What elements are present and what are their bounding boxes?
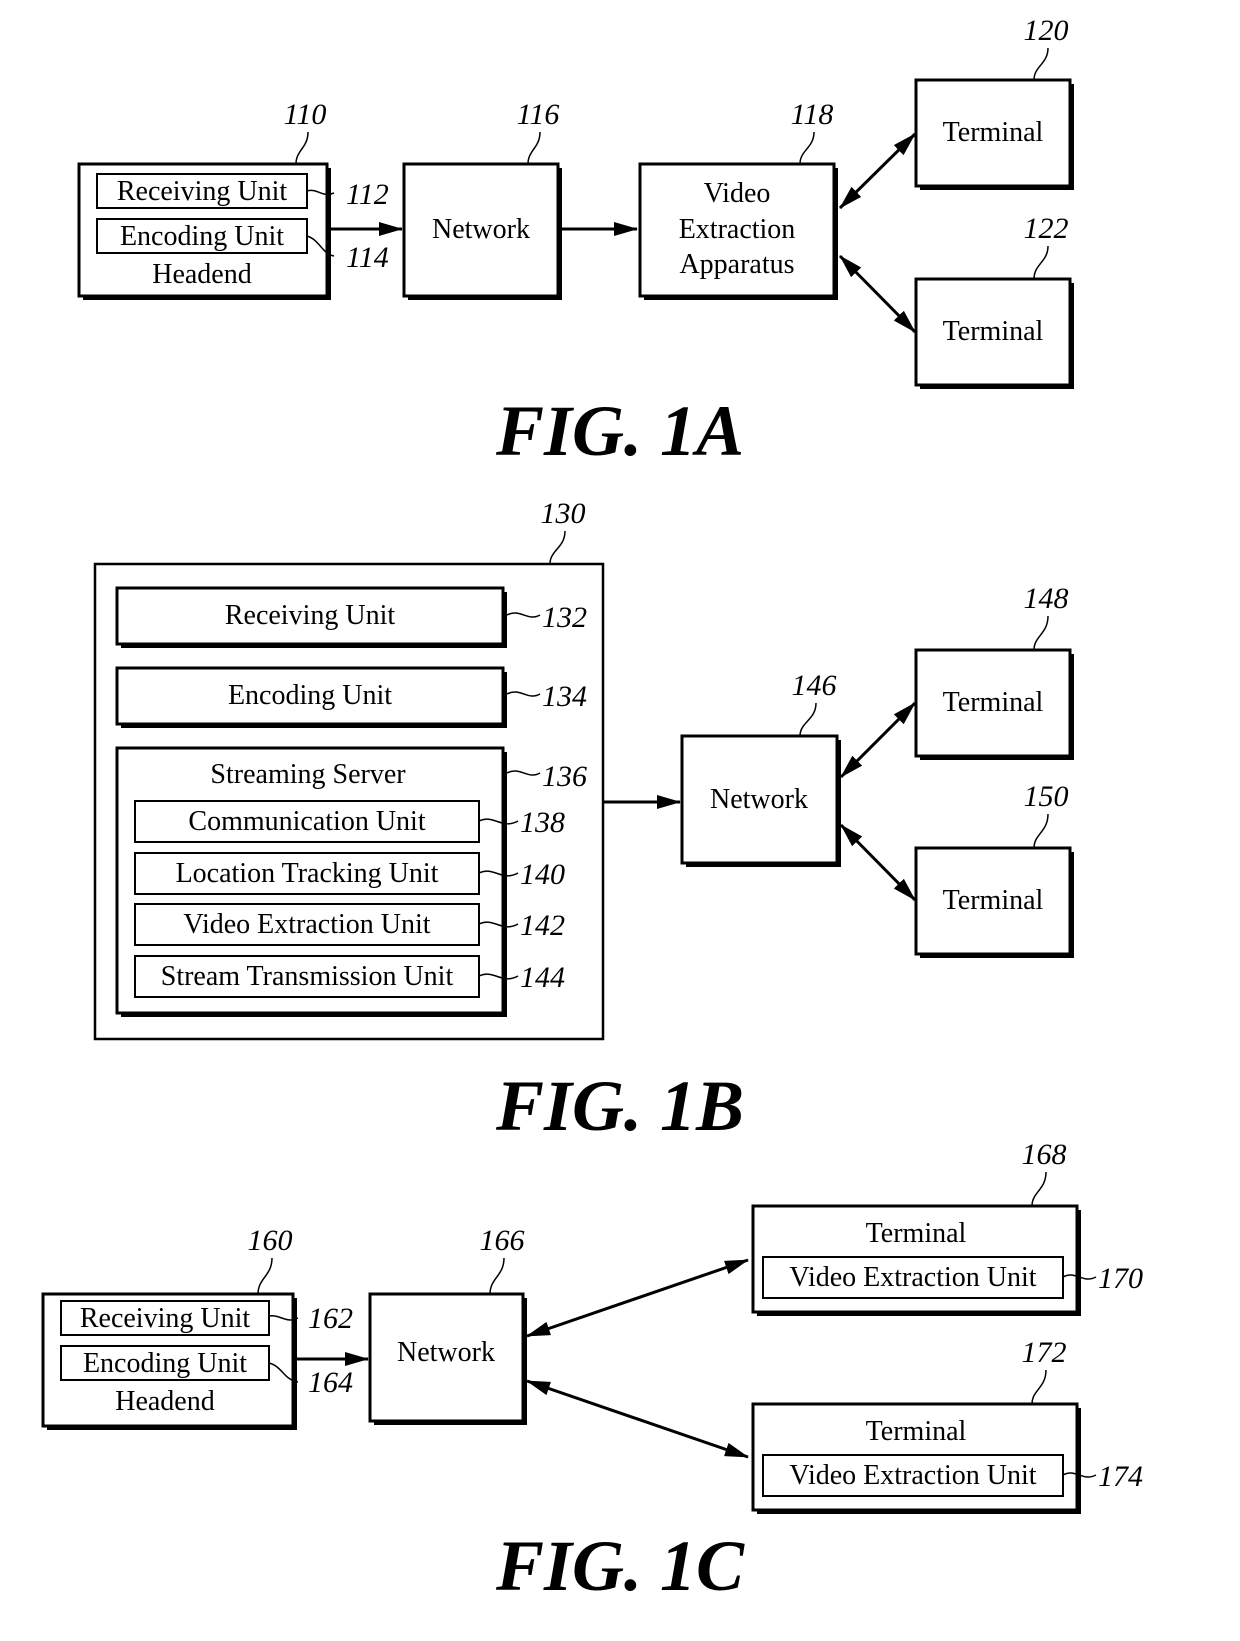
ref-114: 114 <box>346 241 389 274</box>
leader-line <box>1033 813 1049 849</box>
unit-label: Stream Transmission Unit <box>161 961 454 992</box>
ref-166: 166 <box>480 1224 525 1257</box>
leader-line <box>1033 615 1049 651</box>
ref-112: 112 <box>346 178 389 211</box>
network-label: Network <box>710 784 808 815</box>
terminal-label: Terminal <box>943 687 1044 718</box>
figure-1b: 130 Receiving Unit 132 Encoding Unit 134… <box>93 497 1074 1146</box>
unit-label: Video Extraction Unit <box>183 909 430 940</box>
terminal-150: Terminal 150 <box>914 780 1074 958</box>
streaming-server-label: Streaming Server <box>210 759 406 790</box>
leader-line <box>1031 1369 1047 1405</box>
arrow-apparatus-terminal-120 <box>838 132 917 210</box>
unit-label: Video Extraction Unit <box>789 1460 1036 1491</box>
arrow-network-terminal-150 <box>839 823 917 902</box>
arrow-network-terminal-148 <box>839 701 917 779</box>
terminal-label: Terminal <box>943 316 1044 347</box>
figure-1c: Receiving Unit Encoding Unit Headend 160… <box>41 1138 1143 1606</box>
leader-line <box>257 1257 273 1295</box>
ref-142: 142 <box>520 909 565 942</box>
apparatus-line-3: Apparatus <box>679 249 794 280</box>
ref-120: 120 <box>1024 14 1069 47</box>
ref-116: 116 <box>517 98 560 131</box>
leader-line <box>1033 47 1049 81</box>
arrow-apparatus-terminal-122 <box>838 254 917 334</box>
terminal-label: Terminal <box>943 885 1044 916</box>
network-label: Network <box>432 214 530 245</box>
headend-160: Receiving Unit Encoding Unit Headend 160… <box>41 1224 353 1430</box>
headend-label: Headend <box>115 1386 215 1417</box>
arrow-network-terminal-168 <box>526 1258 749 1338</box>
ref-136: 136 <box>542 760 587 793</box>
ref-138: 138 <box>520 806 565 839</box>
apparatus-line-2: Extraction <box>679 214 796 245</box>
arrow-network-terminal-172 <box>526 1379 749 1459</box>
receiving-unit-label: Receiving Unit <box>117 176 288 207</box>
leader-line <box>1031 1171 1047 1207</box>
headend-label: Headend <box>152 259 252 290</box>
leader-line <box>799 702 817 737</box>
ref-146: 146 <box>792 669 837 702</box>
ref-170: 170 <box>1098 1262 1143 1295</box>
terminal-label: Terminal <box>866 1416 967 1447</box>
terminal-label: Terminal <box>866 1218 967 1249</box>
ref-130: 130 <box>541 497 586 530</box>
ref-132: 132 <box>542 601 587 634</box>
network-label: Network <box>397 1337 495 1368</box>
figure-caption-1a: FIG. 1A <box>495 391 744 471</box>
ref-150: 150 <box>1024 780 1069 813</box>
leader-line <box>295 131 309 165</box>
network-116: Network 116 <box>402 98 562 300</box>
leader-line <box>1033 245 1049 280</box>
leader-line <box>799 131 815 165</box>
ref-118: 118 <box>791 98 834 131</box>
ref-160: 160 <box>248 1224 293 1257</box>
unit-label: Communication Unit <box>188 806 425 837</box>
ref-148: 148 <box>1024 582 1069 615</box>
ref-162: 162 <box>308 1302 353 1335</box>
figure-1a: Receiving Unit Encoding Unit Headend 110… <box>77 14 1074 471</box>
receiving-unit-label: Receiving Unit <box>80 1303 251 1334</box>
ref-144: 144 <box>520 961 565 994</box>
ref-110: 110 <box>284 98 327 131</box>
video-extraction-apparatus-118: Video Extraction Apparatus 118 <box>638 98 838 300</box>
ref-172: 172 <box>1022 1336 1067 1369</box>
apparatus-line-1: Video <box>704 178 771 209</box>
terminal-168: Terminal Video Extraction Unit 168 170 <box>751 1138 1143 1316</box>
ref-122: 122 <box>1024 212 1069 245</box>
network-146: Network 146 <box>680 669 841 867</box>
terminal-148: Terminal 148 <box>914 582 1074 760</box>
figure-caption-1b: FIG. 1B <box>495 1066 744 1146</box>
terminal-120: Terminal 120 <box>914 14 1074 190</box>
leader-line <box>489 1257 505 1295</box>
receiving-unit-label: Receiving Unit <box>225 600 396 631</box>
terminal-172: Terminal Video Extraction Unit 172 174 <box>751 1336 1143 1514</box>
headend-110: Receiving Unit Encoding Unit Headend 110… <box>77 98 389 300</box>
ref-134: 134 <box>542 680 587 713</box>
leader-line <box>549 530 566 565</box>
encoding-unit-label: Encoding Unit <box>228 680 392 711</box>
encoding-unit-label: Encoding Unit <box>83 1348 247 1379</box>
encoding-unit-label: Encoding Unit <box>120 221 284 252</box>
terminal-label: Terminal <box>943 117 1044 148</box>
ref-168: 168 <box>1022 1138 1067 1171</box>
leader-line <box>527 131 541 165</box>
terminal-122: Terminal 122 <box>914 212 1074 389</box>
ref-174: 174 <box>1098 1460 1143 1493</box>
unit-label: Video Extraction Unit <box>789 1262 1036 1293</box>
unit-label: Location Tracking Unit <box>176 858 439 889</box>
network-166: Network 166 <box>368 1224 527 1425</box>
ref-140: 140 <box>520 858 565 891</box>
ref-164: 164 <box>308 1366 353 1399</box>
patent-diagram: Receiving Unit Encoding Unit Headend 110… <box>41 14 1143 1606</box>
figure-caption-1c: FIG. 1C <box>495 1526 745 1606</box>
